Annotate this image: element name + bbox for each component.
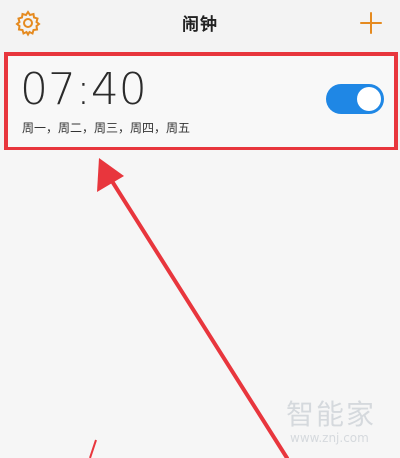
alarm-toggle[interactable]	[326, 84, 384, 114]
alarm-time: 07:40	[20, 64, 147, 115]
watermark-logo: 智能家 www.znj.com	[286, 393, 386, 451]
alarm-repeat-days: 周一，周二，周三，周四，周五	[22, 121, 191, 135]
add-alarm-button[interactable]	[356, 8, 386, 38]
app-header: 闹钟	[0, 0, 400, 46]
page-title: 闹钟	[182, 15, 218, 35]
watermark-brand: 智能家	[286, 398, 377, 431]
plus-icon	[360, 12, 382, 34]
toggle-knob	[357, 87, 381, 111]
watermark-url: www.znj.com	[290, 431, 369, 445]
alarm-list-item[interactable]: 07:40 周一，周二，周三，周四，周五	[4, 52, 398, 151]
